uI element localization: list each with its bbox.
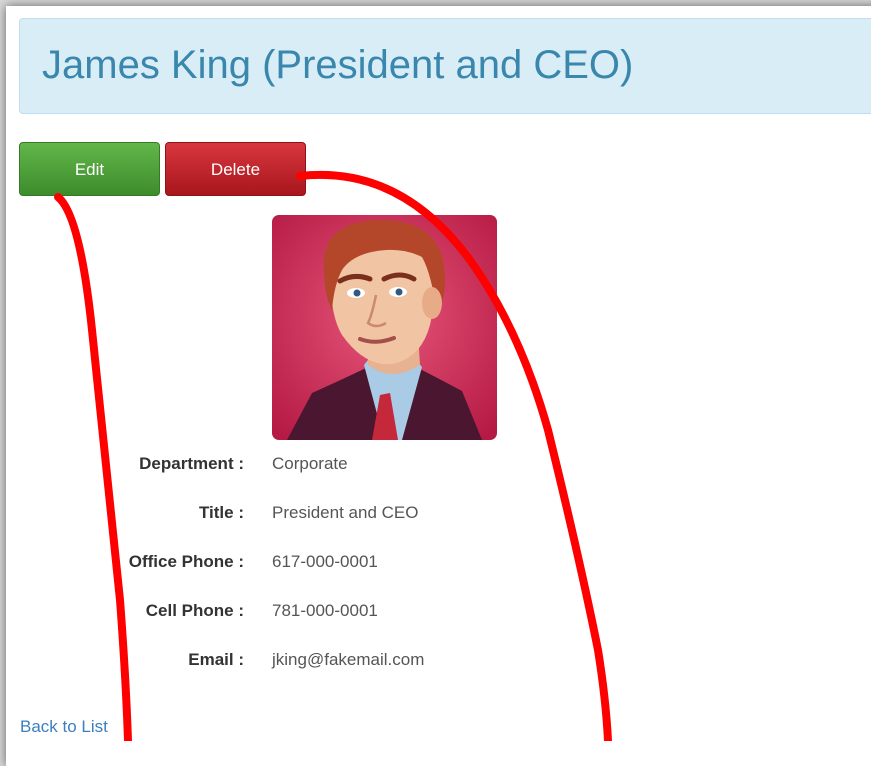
office-phone-label: Office Phone :: [128, 552, 244, 571]
email-row: Email : jking@fakemail.com: [0, 650, 871, 674]
back-to-list-link[interactable]: Back to List: [20, 717, 108, 737]
department-label: Department :: [139, 454, 244, 473]
cell-phone-label: Cell Phone :: [145, 601, 244, 620]
office-phone-row: Office Phone : 617-000-0001: [0, 552, 871, 576]
edit-button[interactable]: Edit: [19, 142, 160, 196]
title-value: President and CEO: [272, 503, 419, 522]
delete-button[interactable]: Delete: [165, 142, 306, 196]
employee-photo: [272, 215, 497, 440]
department-value: Corporate: [272, 454, 348, 473]
page-header: James King (President and CEO): [19, 18, 871, 114]
office-phone-value: 617-000-0001: [272, 552, 378, 571]
email-label: Email :: [188, 650, 244, 669]
title-label: Title :: [198, 503, 244, 522]
page-title: James King (President and CEO): [42, 43, 634, 87]
department-row: Department : Corporate: [0, 454, 871, 478]
cell-phone-row: Cell Phone : 781-000-0001: [0, 601, 871, 625]
cell-phone-value: 781-000-0001: [272, 601, 378, 620]
title-row: Title : President and CEO: [0, 503, 871, 527]
email-value: jking@fakemail.com: [272, 650, 425, 669]
